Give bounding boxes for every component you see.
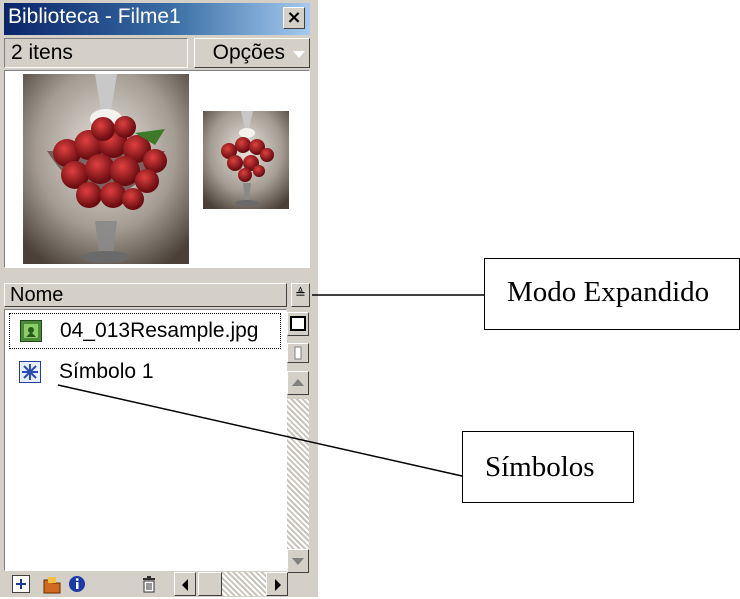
list-item[interactable]: Símbolo 1	[9, 355, 281, 391]
list-item[interactable]: 04_013Resample.jpg	[9, 313, 281, 349]
item-count: 2 itens	[4, 38, 188, 68]
item-label: 04_013Resample.jpg	[60, 319, 259, 342]
dropdown-arrow-icon	[293, 51, 305, 58]
new-folder-icon[interactable]	[42, 575, 61, 594]
symbols-callout: Símbolos	[462, 431, 634, 503]
trash-icon[interactable]	[140, 575, 158, 593]
info-icon[interactable]	[68, 575, 86, 593]
scroll-down-button[interactable]	[287, 549, 309, 573]
horizontal-scroll-thumb[interactable]	[198, 572, 222, 596]
scroll-left-button[interactable]	[174, 572, 196, 596]
expanded-mode-callout: Modo Expandido	[484, 258, 740, 330]
title-bar[interactable]: Biblioteca - Filme1 ×	[4, 3, 310, 35]
vertical-scrollbar-track[interactable]	[287, 399, 309, 549]
library-list[interactable]: 04_013Resample.jpg Símbolo 1	[4, 309, 287, 571]
list-side-controls	[287, 309, 310, 573]
properties-icon[interactable]	[287, 343, 309, 363]
scroll-up-button[interactable]	[287, 371, 309, 395]
bitmap-icon	[20, 320, 42, 342]
library-panel: Biblioteca - Filme1 × 2 itens Opções Nom…	[0, 0, 318, 597]
column-header-name[interactable]: Nome	[4, 283, 287, 307]
options-menu-button[interactable]: Opções	[194, 38, 310, 68]
close-button[interactable]: ×	[283, 7, 305, 29]
new-symbol-icon[interactable]	[12, 575, 30, 593]
options-label: Opções	[212, 41, 285, 64]
scroll-right-button[interactable]	[266, 572, 288, 596]
expanded-mode-icon[interactable]: ≜	[291, 283, 310, 307]
window-title: Biblioteca - Filme1	[8, 5, 181, 28]
bottom-toolbar	[4, 572, 310, 597]
narrow-mode-button[interactable]	[287, 312, 309, 336]
preview-pane	[4, 70, 310, 268]
list-header: Nome ≜	[4, 283, 310, 307]
horizontal-scrollbar-track[interactable]	[222, 572, 266, 596]
item-label: Símbolo 1	[59, 360, 154, 383]
library-info-bar: 2 itens Opções	[4, 38, 310, 68]
symbol-icon	[19, 361, 41, 383]
preview-image	[23, 74, 289, 264]
